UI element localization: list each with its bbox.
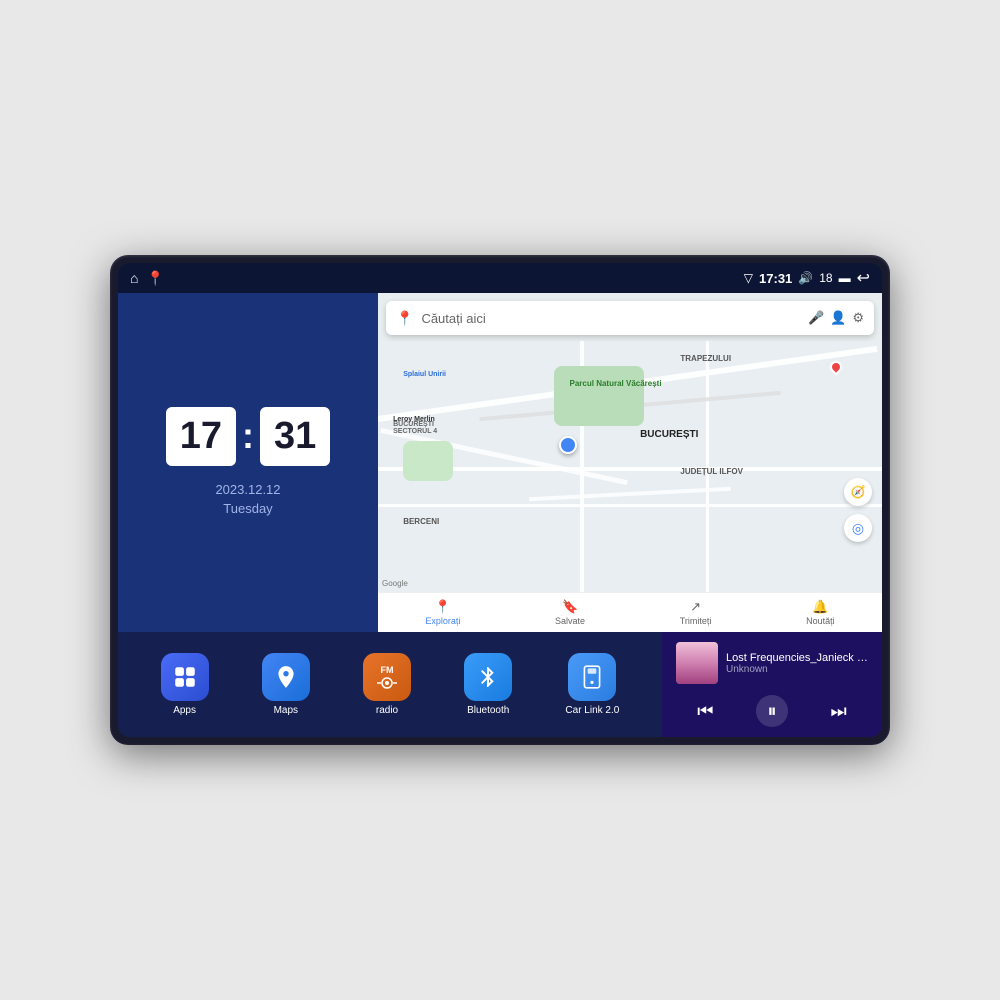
- music-text: Lost Frequencies_Janieck Devy-... Unknow…: [726, 652, 868, 675]
- map-destination-pin: [827, 359, 844, 376]
- map-location-dot: [559, 436, 577, 454]
- app-icon-bluetooth[interactable]: Bluetooth: [464, 653, 512, 716]
- status-bar: ⌂ 📍 ▽ 17:31 🔊 18 ▬ ↩: [118, 263, 882, 293]
- battery-level: 18: [819, 271, 832, 285]
- map-nav-explore[interactable]: 📍 Explorați: [425, 599, 460, 626]
- apps-label: Apps: [173, 705, 196, 716]
- status-time: 17:31: [759, 271, 792, 286]
- back-icon[interactable]: ↩: [857, 268, 870, 288]
- music-play-button[interactable]: ⏸: [756, 695, 788, 727]
- apps-icon-img: [161, 653, 209, 701]
- app-icon-radio[interactable]: FM radio: [363, 653, 411, 716]
- bottom-panel: Apps Maps FM: [118, 632, 882, 737]
- top-panel: 17 : 31 2023.12.12 Tuesday 📍 Căutați aic…: [118, 293, 882, 632]
- home-icon[interactable]: ⌂: [130, 270, 138, 286]
- status-right-info: ▽ 17:31 🔊 18 ▬ ↩: [744, 268, 870, 288]
- account-icon[interactable]: 👤: [830, 310, 846, 326]
- device-screen: ⌂ 📍 ▽ 17:31 🔊 18 ▬ ↩ 17 :: [118, 263, 882, 737]
- splaiul-label: Splaiul Unirii: [403, 371, 446, 378]
- app-icon-carlink[interactable]: Car Link 2.0: [565, 653, 619, 716]
- map-area: Parcul Natural Văcărești BUCUREȘTI JUDEȚ…: [378, 341, 882, 592]
- map-pin-icon: 📍: [396, 310, 413, 327]
- trapezului-label: TRAPEZULUI: [680, 354, 731, 363]
- maps-icon[interactable]: 📍: [146, 270, 163, 287]
- clock-display: 17 : 31: [166, 407, 331, 466]
- clock-minute: 31: [260, 407, 330, 466]
- google-watermark: Google: [382, 579, 408, 588]
- berceni-label: BERCENI: [403, 517, 439, 526]
- app-icon-apps[interactable]: Apps: [161, 653, 209, 716]
- clock-widget: 17 : 31 2023.12.12 Tuesday: [118, 293, 378, 632]
- clock-hour: 17: [166, 407, 236, 466]
- volume-icon: 🔊: [798, 271, 813, 285]
- maps-icon-img: [262, 653, 310, 701]
- music-prev-button[interactable]: ⏮: [697, 701, 713, 722]
- mic-icon[interactable]: 🎤: [808, 310, 824, 326]
- music-controls: ⏮ ⏸ ⏭: [676, 695, 868, 727]
- bucuresti-label: BUCUREȘTI: [640, 429, 698, 440]
- apps-panel: Apps Maps FM: [118, 632, 662, 737]
- map-nav-share[interactable]: ↗ Trimiteți: [680, 599, 712, 626]
- app-icon-maps[interactable]: Maps: [262, 653, 310, 716]
- clock-date: 2023.12.12 Tuesday: [215, 480, 280, 519]
- map-nav: 📍 Explorați 🔖 Salvate ↗ Trimiteți 🔔: [378, 592, 882, 632]
- music-info: Lost Frequencies_Janieck Devy-... Unknow…: [676, 642, 868, 684]
- radio-icon-img: FM: [363, 653, 411, 701]
- status-left-icons: ⌂ 📍: [130, 270, 164, 287]
- music-title: Lost Frequencies_Janieck Devy-...: [726, 652, 868, 664]
- carlink-icon-img: [568, 653, 616, 701]
- ilfov-label: JUDEȚUL ILFOV: [680, 467, 743, 476]
- explore-icon: 📍: [435, 599, 451, 615]
- map-search-bar[interactable]: 📍 Căutați aici 🎤 👤 ⚙: [386, 301, 874, 335]
- sector-label: BUCUREȘTISECTORUL 4: [393, 421, 437, 435]
- park-label: Parcul Natural Văcărești: [570, 379, 662, 388]
- signal-icon: ▽: [744, 271, 753, 285]
- settings-icon[interactable]: ⚙: [852, 310, 864, 326]
- carlink-label: Car Link 2.0: [565, 705, 619, 716]
- news-icon: 🔔: [812, 599, 828, 615]
- saved-icon: 🔖: [562, 599, 578, 615]
- map-location-btn[interactable]: ◎: [844, 514, 872, 542]
- radio-label: radio: [376, 705, 398, 716]
- map-search-text[interactable]: Căutați aici: [421, 311, 800, 326]
- clock-colon: :: [242, 415, 254, 457]
- map-widget[interactable]: 📍 Căutați aici 🎤 👤 ⚙: [378, 293, 882, 632]
- maps-label: Maps: [274, 705, 298, 716]
- music-next-button[interactable]: ⏭: [831, 701, 847, 722]
- bluetooth-icon-img: [464, 653, 512, 701]
- music-player: Lost Frequencies_Janieck Devy-... Unknow…: [662, 632, 882, 737]
- bluetooth-label: Bluetooth: [467, 705, 509, 716]
- map-search-icons: 🎤 👤 ⚙: [808, 310, 864, 326]
- map-nav-saved[interactable]: 🔖 Salvate: [555, 599, 585, 626]
- map-nav-news[interactable]: 🔔 Noutăți: [806, 599, 835, 626]
- music-artist: Unknown: [726, 664, 868, 675]
- battery-icon: ▬: [839, 271, 851, 285]
- main-content: 17 : 31 2023.12.12 Tuesday 📍 Căutați aic…: [118, 293, 882, 737]
- car-display-device: ⌂ 📍 ▽ 17:31 🔊 18 ▬ ↩ 17 :: [110, 255, 890, 745]
- map-compass-btn[interactable]: 🧭: [844, 478, 872, 506]
- share-icon: ↗: [690, 599, 701, 615]
- music-thumbnail: [676, 642, 718, 684]
